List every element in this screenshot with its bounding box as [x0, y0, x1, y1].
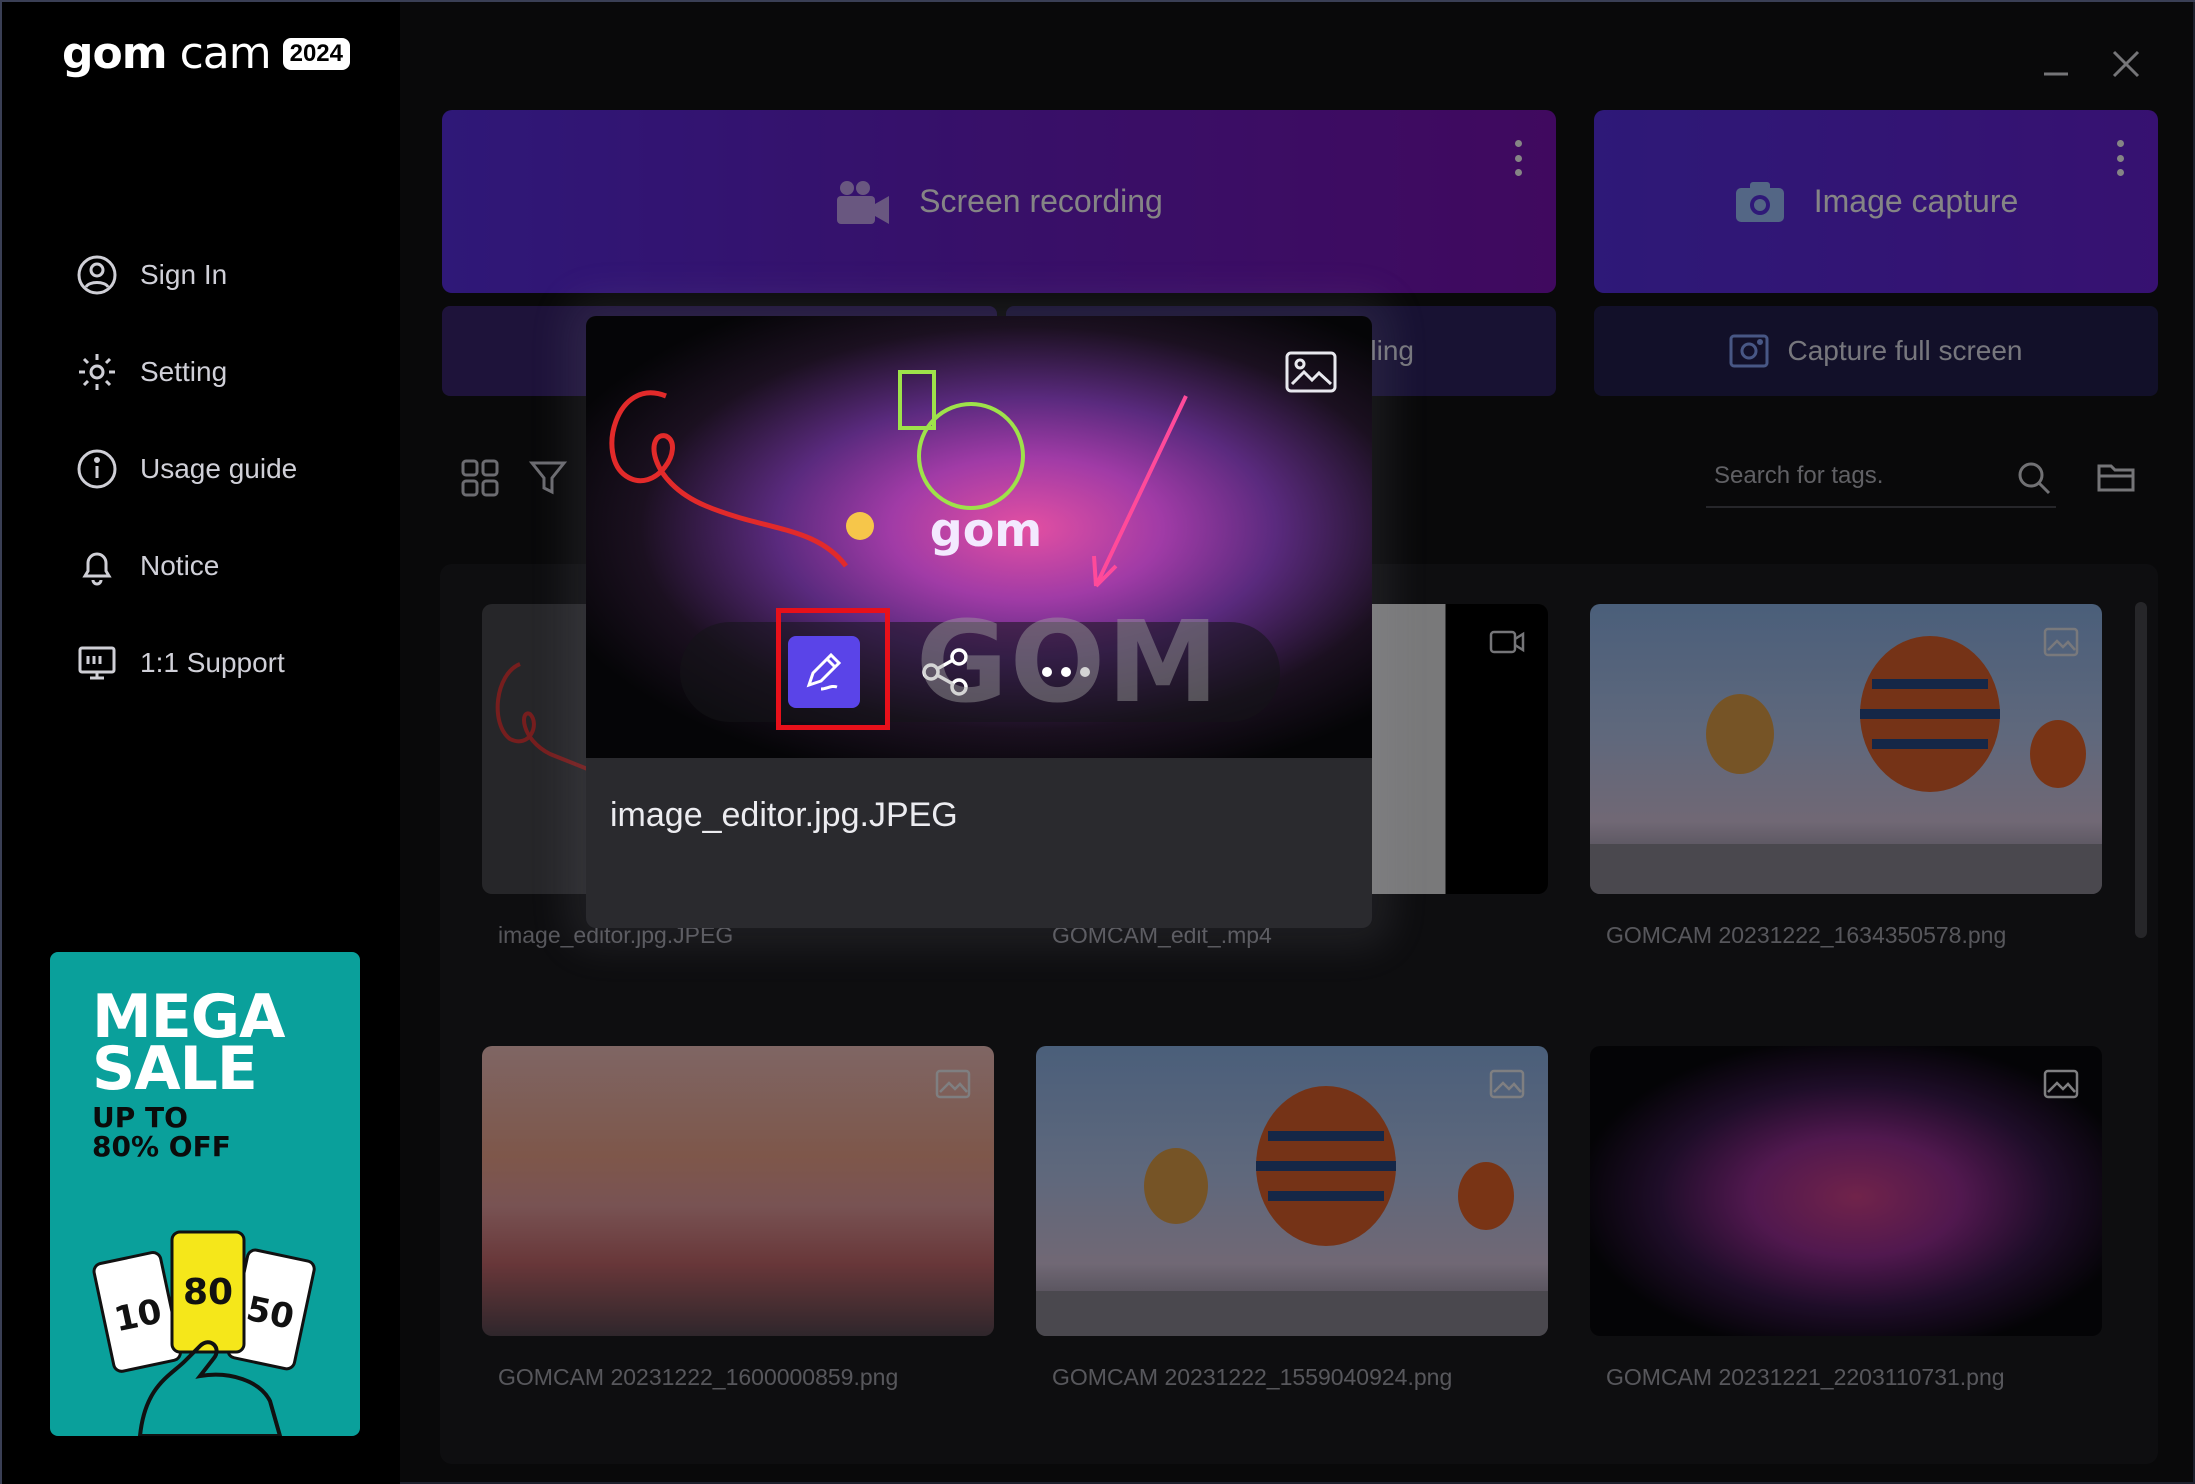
- sidebar-menu: Sign In Setting Usage guide Notice 1:1 S…: [76, 226, 297, 711]
- sidebar-item-setting[interactable]: Setting: [76, 323, 297, 420]
- image-capture-label: Image capture: [1813, 183, 2019, 219]
- sidebar: gom cam 2024 Sign In Setting Usage guide…: [2, 2, 400, 1484]
- recording-mode-label-2: ling: [1370, 335, 1414, 366]
- promo-banner[interactable]: MEGA SALE UP TO 80% OFF 10 50 80: [50, 952, 360, 1436]
- coupon-illustration: 10 50 80: [92, 1230, 316, 1436]
- gallery-item[interactable]: GOMCAM 20231222_1559040924.png: [1036, 1046, 1548, 1391]
- logo-text: gom cam: [62, 28, 272, 79]
- capture-more-menu[interactable]: [2108, 134, 2132, 182]
- image-type-icon: [1285, 351, 1337, 393]
- image-badge-icon: [2043, 1069, 2079, 1099]
- grid-view-icon[interactable]: [460, 458, 500, 498]
- app-logo: gom cam 2024: [62, 28, 350, 79]
- capture-full-screen-button[interactable]: Capture full screen: [1594, 306, 2158, 396]
- preview-filename: image_editor.jpg.JPEG: [610, 796, 958, 834]
- close-icon[interactable]: [2104, 42, 2148, 86]
- support-icon: [78, 646, 116, 679]
- tag-search: [1706, 448, 2056, 508]
- sidebar-item-notice[interactable]: Notice: [76, 517, 297, 614]
- fullscreen-camera-icon: [1729, 334, 1769, 368]
- filter-icon[interactable]: [528, 458, 568, 498]
- info-icon: [77, 449, 117, 488]
- gallery-item-name: GOMCAM 20231222_1634350578.png: [1606, 922, 2007, 948]
- gallery-item[interactable]: GOMCAM 20231222_1634350578.png: [1590, 604, 2102, 949]
- app-window: gom cam 2024 Sign In Setting Usage guide…: [0, 0, 2195, 1484]
- minimize-icon[interactable]: [2034, 42, 2078, 86]
- camera-icon: [1735, 181, 1784, 222]
- highlight-box: [776, 608, 890, 730]
- sidebar-item-usage-guide[interactable]: Usage guide: [76, 420, 297, 517]
- gallery-scrollbar[interactable]: [2135, 602, 2147, 938]
- thumbnail: [482, 1046, 994, 1336]
- image-badge-icon: [1489, 1069, 1525, 1099]
- folder-icon[interactable]: [2096, 460, 2136, 496]
- gear-icon: [79, 353, 115, 390]
- gallery-item[interactable]: GOMCAM 20231221_2203110731.png: [1590, 1046, 2102, 1391]
- sidebar-item-label: Setting: [140, 355, 228, 387]
- balloons-image: [1590, 636, 2102, 894]
- gom-watermark: GOM: [916, 598, 1221, 728]
- video-badge-icon: [1489, 630, 1525, 654]
- capture-full-screen-label: Capture full screen: [1787, 335, 2023, 366]
- screen-recording-label: Screen recording: [919, 183, 1163, 219]
- promo-subtitle: UP TO 80% OFF: [92, 1101, 231, 1163]
- user-circle-icon: [77, 255, 117, 294]
- sidebar-item-label: Sign In: [140, 258, 228, 290]
- sidebar-item-sign-in[interactable]: Sign In: [76, 226, 297, 323]
- balloons-image: [1036, 1086, 1548, 1336]
- sidebar-item-support[interactable]: 1:1 Support: [76, 614, 297, 711]
- recording-more-menu[interactable]: [1506, 134, 1530, 182]
- gallery-item[interactable]: GOMCAM 20231222_1600000859.png: [482, 1046, 994, 1391]
- svg-text:gom: gom: [930, 503, 1042, 557]
- search-icon[interactable]: [2016, 460, 2052, 496]
- svg-text:80: 80: [183, 1272, 233, 1313]
- image-badge-icon: [2043, 627, 2079, 657]
- preview-popup: gom GOM image_editor.jpg.JPEG: [586, 316, 1372, 928]
- bell-icon: [82, 552, 112, 585]
- gallery-item-name: GOMCAM 20231221_2203110731.png: [1606, 1364, 2005, 1390]
- sidebar-item-label: Notice: [140, 549, 220, 581]
- video-camera-icon: [837, 180, 890, 224]
- search-input[interactable]: [1706, 448, 1986, 504]
- screen-recording-button[interactable]: Screen recording: [442, 110, 1556, 293]
- sidebar-item-label: 1:1 Support: [140, 646, 285, 678]
- thumbnail: [1036, 1046, 1548, 1336]
- image-badge-icon: [935, 1069, 971, 1099]
- thumbnail: [1590, 604, 2102, 894]
- promo-title: MEGA SALE: [92, 982, 285, 1104]
- image-capture-button[interactable]: Image capture: [1594, 110, 2158, 293]
- logo-year-badge: 2024: [282, 37, 350, 70]
- thumbnail: [1590, 1046, 2102, 1336]
- gallery-item-name: GOMCAM 20231222_1559040924.png: [1052, 1364, 1453, 1390]
- gallery-item-name: GOMCAM 20231222_1600000859.png: [498, 1364, 899, 1390]
- sidebar-item-label: Usage guide: [140, 452, 298, 484]
